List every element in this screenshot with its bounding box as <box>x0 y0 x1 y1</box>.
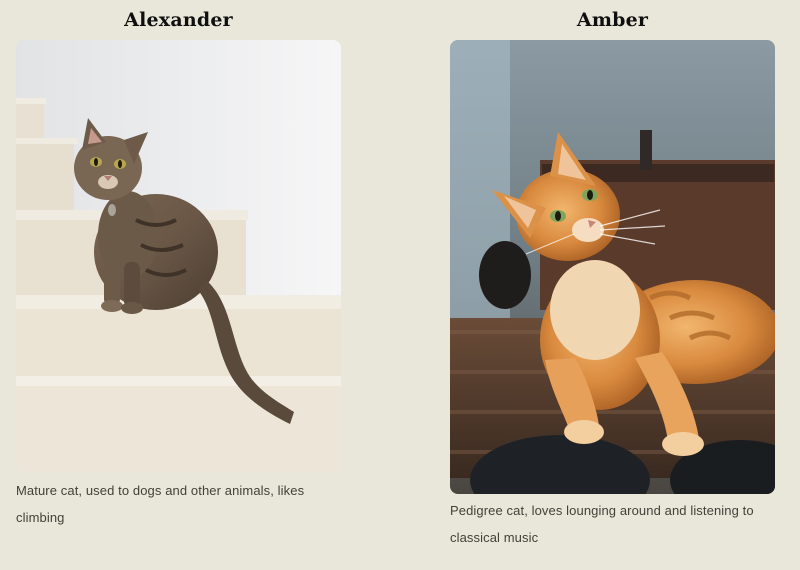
pet-card-alexander: Alexander Mature cat, used to dogs and o… <box>16 0 341 531</box>
pet-description: Mature cat, used to dogs and other anima… <box>16 483 305 525</box>
pet-photo[interactable] <box>450 40 775 494</box>
pet-description: Pedigree cat, loves lounging around and … <box>450 503 754 545</box>
pet-name: Alexander <box>124 9 233 31</box>
pet-name: Amber <box>576 9 649 31</box>
pet-photo[interactable] <box>16 40 341 472</box>
pet-card-amber: Amber Pedigree cat, loves lounging aroun… <box>450 0 775 551</box>
tabby-cat-on-stairs-photo <box>16 40 341 472</box>
ginger-cat-on-table-photo <box>450 40 775 494</box>
